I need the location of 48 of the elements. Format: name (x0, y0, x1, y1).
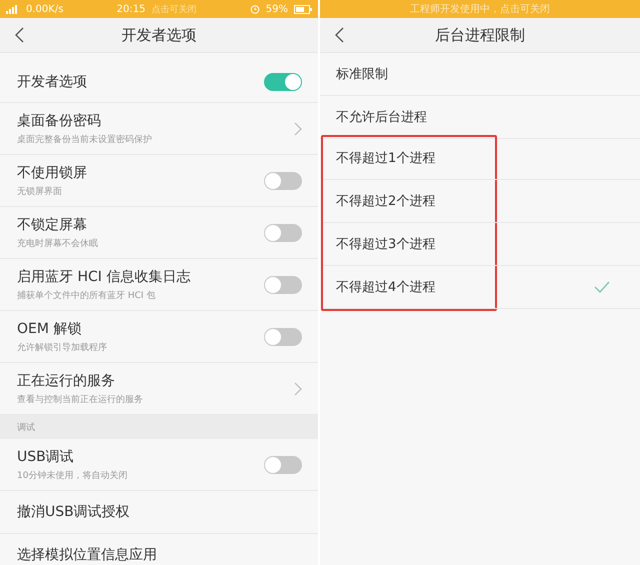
battery-icon (294, 4, 312, 14)
option-row[interactable]: 不得超过1个进程 (323, 137, 640, 180)
row-subtitle: 查看与控制当前正在运行的服务 (17, 394, 144, 406)
toggle-switch[interactable] (264, 172, 302, 190)
alarm-icon (250, 4, 260, 14)
row-title: 选择模拟位置信息应用 (17, 546, 158, 564)
option-row[interactable]: 不得超过3个进程 (323, 223, 640, 266)
option-label: 不得超过3个进程 (336, 236, 436, 253)
option-label: 不得超过1个进程 (336, 150, 436, 167)
battery-level: 59% (266, 4, 288, 14)
option-row[interactable]: 标准限制 (320, 53, 640, 96)
option-label: 标准限制 (336, 66, 388, 83)
option-row[interactable]: 不得超过2个进程 (323, 180, 640, 223)
chevron-icon (294, 382, 302, 396)
section-title: 调试 (17, 422, 35, 434)
screen-title: 后台进程限制 (435, 26, 525, 44)
row-title: 启用蓝牙 HCI 信息收集日志 (17, 268, 192, 286)
toggle-switch[interactable] (264, 72, 302, 90)
network-speed: 0.00K/s (26, 4, 64, 14)
row-subtitle: 10分钟未使用，将自动关闭 (17, 470, 128, 482)
signal-icon (6, 4, 20, 14)
toggle-switch[interactable] (264, 224, 302, 242)
option-label: 不得超过2个进程 (336, 193, 436, 210)
row-title: 不锁定屏幕 (17, 216, 88, 234)
option-label: 不允许后台进程 (336, 109, 427, 126)
toggle-switch[interactable] (264, 456, 302, 474)
clock-time: 20:15 (116, 4, 146, 14)
row-title: 开发者选项 (17, 72, 88, 90)
row-subtitle: 捕获单个文件中的所有蓝牙 HCI 包 (17, 290, 156, 302)
toggle-switch[interactable] (264, 276, 302, 294)
screen-title: 开发者选项 (122, 26, 196, 44)
row-title: 撤消USB调试授权 (17, 503, 131, 521)
row-title: 正在运行的服务 (17, 372, 116, 390)
back-icon[interactable] (14, 27, 24, 43)
row-subtitle: 桌面完整备份当前未设置密码保护 (17, 134, 153, 146)
toggle-switch[interactable] (264, 328, 302, 346)
row-title: OEM 解锁 (17, 320, 82, 338)
row-title: USB调试 (17, 448, 75, 466)
row-subtitle: 允许解锁引导加载程序 (17, 342, 108, 354)
option-row[interactable]: 不允许后台进程 (320, 96, 640, 139)
option-label: 不得超过4个进程 (336, 279, 436, 296)
back-icon[interactable] (334, 27, 344, 43)
chevron-icon (294, 122, 302, 136)
row-subtitle: 无锁屏界面 (17, 186, 63, 198)
row-subtitle: 充电时屏幕不会休眠 (17, 238, 99, 250)
row-title: 不使用锁屏 (17, 164, 88, 182)
option-row[interactable]: 不得超过4个进程 (323, 266, 640, 309)
row-title: 桌面备份密码 (17, 112, 102, 130)
